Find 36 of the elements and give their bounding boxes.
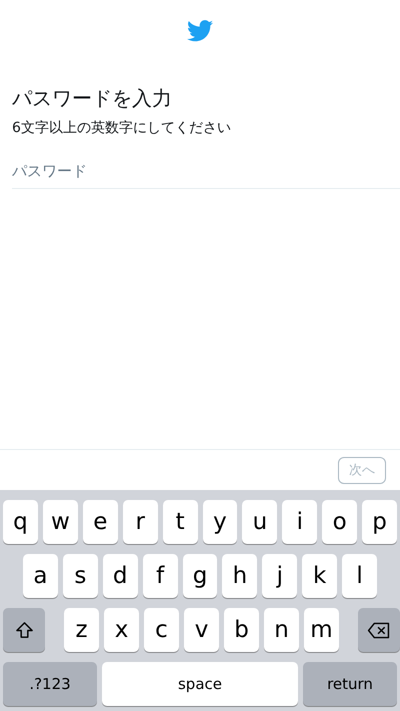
- numbers-key[interactable]: .?123: [3, 662, 97, 706]
- letter-key[interactable]: i: [282, 500, 318, 544]
- letter-key[interactable]: a: [23, 554, 58, 598]
- letter-key[interactable]: l: [342, 554, 378, 598]
- return-key[interactable]: return: [303, 662, 397, 706]
- delete-key[interactable]: [358, 608, 400, 652]
- page-title: パスワードを入力: [12, 85, 173, 111]
- letter-key[interactable]: q: [3, 500, 38, 544]
- letter-key[interactable]: j: [262, 554, 298, 598]
- letter-key[interactable]: g: [182, 554, 218, 598]
- instruction-text: 6文字以上の英数字にしてください: [12, 119, 232, 137]
- letter-key[interactable]: x: [104, 608, 139, 652]
- letter-key[interactable]: c: [144, 608, 179, 652]
- letter-key[interactable]: s: [62, 554, 98, 598]
- backspace-icon: [367, 622, 391, 638]
- shift-icon: [14, 620, 34, 640]
- letter-key[interactable]: o: [322, 500, 358, 544]
- letter-key[interactable]: h: [222, 554, 258, 598]
- letter-key[interactable]: u: [242, 500, 278, 544]
- letter-key[interactable]: z: [64, 608, 99, 652]
- letter-key[interactable]: p: [362, 500, 398, 544]
- letter-key[interactable]: y: [202, 500, 238, 544]
- letter-key[interactable]: n: [264, 608, 299, 652]
- letter-key[interactable]: m: [304, 608, 339, 652]
- letter-key[interactable]: e: [82, 500, 118, 544]
- letter-key[interactable]: t: [162, 500, 198, 544]
- letter-key[interactable]: b: [224, 608, 259, 652]
- letter-key[interactable]: v: [184, 608, 219, 652]
- letter-key[interactable]: f: [142, 554, 178, 598]
- letter-key[interactable]: k: [302, 554, 338, 598]
- letter-key[interactable]: r: [122, 500, 158, 544]
- space-key[interactable]: space: [102, 662, 298, 706]
- bird-logo-icon: [187, 20, 213, 42]
- shift-key[interactable]: [3, 608, 45, 652]
- letter-key[interactable]: w: [42, 500, 78, 544]
- letter-key[interactable]: d: [102, 554, 138, 598]
